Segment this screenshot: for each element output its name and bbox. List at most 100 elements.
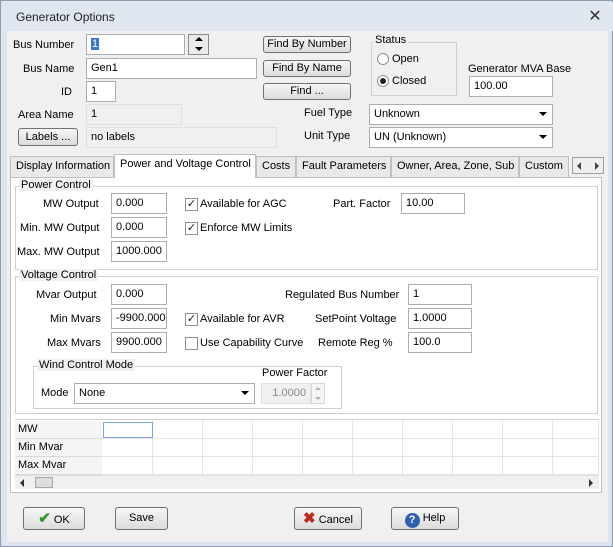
enforce-mw-limits-checkbox[interactable]: ✓ (185, 222, 198, 235)
bus-name-label: Bus Name (23, 63, 75, 75)
power-control-group (15, 186, 598, 270)
help-button[interactable]: ? Help (391, 507, 459, 530)
horizontal-scrollbar[interactable] (15, 475, 599, 489)
mw-output-label: MW Output (43, 198, 99, 210)
max-mvars-input[interactable]: 9900.000 (111, 332, 167, 353)
spin-up-icon[interactable] (195, 37, 203, 41)
min-mw-output-input[interactable]: 0.000 (111, 217, 167, 238)
grid-cell[interactable] (553, 457, 599, 475)
bus-number-spinner[interactable] (188, 34, 209, 55)
fuel-type-label: Fuel Type (304, 107, 353, 119)
grid-cell[interactable] (103, 457, 153, 475)
check-icon: ✔ (38, 510, 51, 527)
grid-cell[interactable] (503, 421, 553, 439)
tab-costs[interactable]: Costs (256, 156, 296, 177)
grid-cell[interactable] (253, 421, 303, 439)
grid-cell[interactable] (303, 421, 353, 439)
mva-base-input[interactable]: 100.00 (469, 76, 553, 97)
grid-cell[interactable] (303, 457, 353, 475)
grid-cell[interactable] (453, 439, 503, 457)
grid-cell[interactable] (253, 439, 303, 457)
status-open-radio[interactable] (377, 53, 389, 65)
grid-cell[interactable] (253, 457, 303, 475)
min-mvars-label: Min Mvars (50, 313, 101, 325)
grid-cell[interactable] (153, 421, 203, 439)
agc-checkbox[interactable]: ✓ (185, 198, 198, 211)
scroll-thumb[interactable] (35, 477, 53, 488)
chevron-right-icon[interactable] (595, 162, 599, 170)
grid-cell[interactable] (203, 457, 253, 475)
unit-type-select[interactable]: UN (Unknown) (369, 127, 553, 148)
mw-output-input[interactable]: 0.000 (111, 193, 167, 214)
grid-cell[interactable] (553, 439, 599, 457)
mvar-output-input[interactable]: 0.000 (111, 284, 167, 305)
cancel-button[interactable]: ✖ Cancel (294, 507, 362, 530)
spin-down-icon[interactable] (195, 47, 203, 51)
bus-number-input[interactable]: 1 (86, 34, 185, 55)
grid-cell[interactable] (353, 439, 403, 457)
mvar-output-label: Mvar Output (36, 289, 97, 301)
grid-cell[interactable] (203, 439, 253, 457)
part-factor-input[interactable]: 10.00 (401, 193, 465, 214)
scroll-left-icon[interactable] (20, 479, 24, 487)
chevron-down-icon[interactable] (539, 135, 547, 139)
find-by-name-button[interactable]: Find By Name (263, 60, 351, 77)
remote-reg-input[interactable]: 100.0 (408, 332, 472, 353)
ok-button[interactable]: ✔ OK (23, 507, 85, 530)
grid-row-header-mw: MW (15, 421, 102, 439)
grid-cell[interactable] (403, 421, 453, 439)
capability-curve-checkbox[interactable] (185, 337, 198, 350)
mva-base-label: Generator MVA Base (468, 63, 572, 75)
labels-field: no labels (86, 127, 277, 148)
find-by-number-button[interactable]: Find By Number (263, 36, 351, 53)
grid-cell[interactable] (503, 439, 553, 457)
grid-cell[interactable] (353, 457, 403, 475)
spin-up-icon[interactable] (315, 387, 321, 390)
grid-cell[interactable] (503, 457, 553, 475)
grid-cell[interactable] (453, 421, 503, 439)
avr-checkbox[interactable]: ✓ (185, 313, 198, 326)
unit-type-label: Unit Type (304, 130, 351, 142)
power-factor-spinner[interactable] (311, 383, 325, 404)
grid-cell[interactable] (403, 457, 453, 475)
tab-power-and-voltage-control[interactable]: Power and Voltage Control (114, 154, 256, 178)
grid-cell[interactable] (103, 439, 153, 457)
fuel-type-select[interactable]: Unknown (369, 104, 553, 125)
find-button[interactable]: Find ... (263, 83, 351, 100)
setpoint-voltage-input[interactable]: 1.0000 (408, 308, 472, 329)
regulated-bus-label: Regulated Bus Number (285, 289, 400, 301)
id-input[interactable]: 1 (86, 81, 116, 102)
tab-display-information[interactable]: Display Information (10, 156, 114, 177)
tab-owner-area-zone-sub[interactable]: Owner, Area, Zone, Sub (391, 156, 519, 177)
tab-custom[interactable]: Custom (519, 156, 569, 177)
spin-down-icon[interactable] (315, 397, 321, 400)
grid-cell[interactable] (453, 457, 503, 475)
chevron-down-icon[interactable] (241, 391, 249, 395)
scroll-right-icon[interactable] (589, 479, 593, 487)
grid-cell[interactable] (153, 439, 203, 457)
tab-fault-parameters[interactable]: Fault Parameters (296, 156, 391, 177)
bus-number-label: Bus Number (13, 39, 75, 51)
window-title: Generator Options (16, 10, 115, 24)
grid-selected-cell[interactable] (103, 422, 153, 438)
grid-cell[interactable] (403, 439, 453, 457)
wind-mode-select[interactable]: None (74, 383, 255, 404)
bus-name-input[interactable]: Gen1 (86, 58, 257, 79)
close-icon[interactable]: ✕ (585, 8, 605, 26)
title-bar: Generator Options ✕ (2, 2, 613, 31)
labels-button[interactable]: Labels ... (18, 128, 78, 146)
grid-cell[interactable] (353, 421, 403, 439)
max-mw-output-input[interactable]: 1000.000 (111, 241, 167, 262)
min-mvars-input[interactable]: -9900.000 (111, 308, 167, 329)
save-button[interactable]: Save (115, 507, 168, 530)
chevron-down-icon[interactable] (539, 112, 547, 116)
status-closed-radio[interactable] (377, 75, 389, 87)
grid-cell[interactable] (303, 439, 353, 457)
power-factor-input[interactable]: 1.0000 (261, 383, 311, 404)
chevron-left-icon[interactable] (577, 162, 581, 170)
help-icon: ? (404, 513, 420, 528)
grid-cell[interactable] (553, 421, 599, 439)
grid-cell[interactable] (203, 421, 253, 439)
regulated-bus-input[interactable]: 1 (408, 284, 472, 305)
grid-cell[interactable] (153, 457, 203, 475)
